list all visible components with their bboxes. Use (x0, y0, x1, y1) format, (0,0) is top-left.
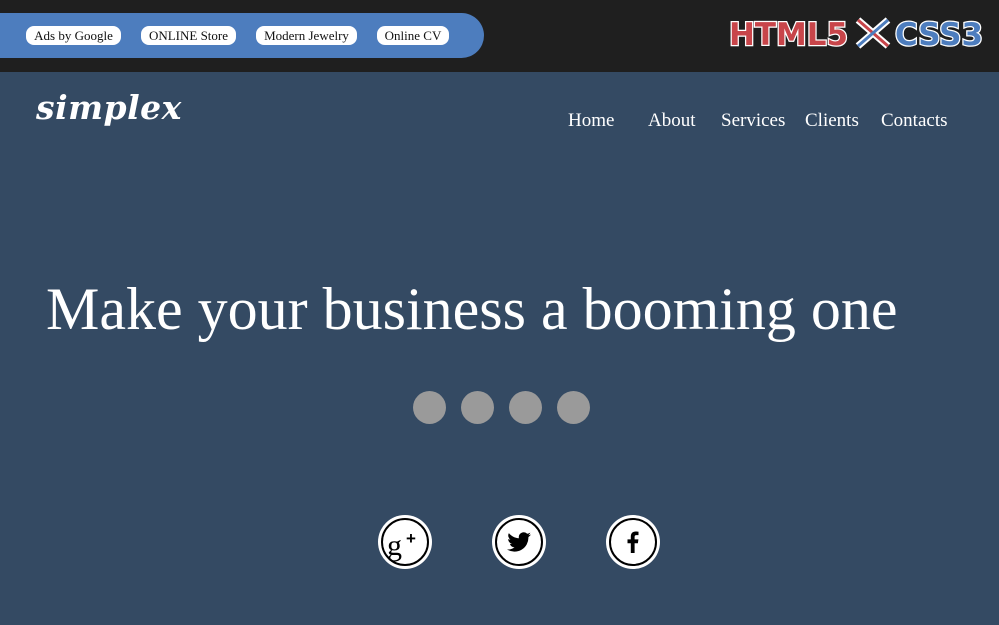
google-plus-icon: g + (387, 529, 416, 562)
ads-by-google-link[interactable]: Ads by Google (26, 26, 121, 45)
modern-jewelry-link[interactable]: Modern Jewelry (256, 26, 357, 45)
svg-text:g: g (387, 529, 402, 562)
svg-text:+: + (406, 529, 416, 548)
slider-dot[interactable] (461, 391, 494, 424)
slider-dot[interactable] (509, 391, 542, 424)
site-logo[interactable]: simplex (36, 88, 182, 127)
css3-badge-text: CSS3 (895, 17, 983, 52)
hero-headline: Make your business a booming one (46, 276, 898, 342)
html5-badge-text: HTML5 (729, 17, 848, 52)
nav-services[interactable]: Services (721, 109, 785, 132)
twitter-icon (507, 532, 531, 552)
top-ad-bar: Ads by Google ONLINE Store Modern Jewelr… (0, 0, 999, 72)
nav-clients[interactable]: Clients (805, 109, 859, 132)
slider-dot[interactable] (413, 391, 446, 424)
nav-contacts[interactable]: Contacts (881, 109, 948, 132)
online-cv-link[interactable]: Online CV (377, 26, 449, 45)
online-store-link[interactable]: ONLINE Store (141, 26, 236, 45)
facebook-button[interactable] (606, 515, 660, 569)
nav-home[interactable]: Home (568, 109, 614, 132)
google-plus-button[interactable]: g + (378, 515, 432, 569)
facebook-icon (627, 531, 639, 553)
crossed-arrows-icon (855, 17, 891, 49)
slider-dot[interactable] (557, 391, 590, 424)
twitter-button[interactable] (492, 515, 546, 569)
html5-css3-badge[interactable]: HTML5 CSS3 (727, 14, 985, 52)
nav-about[interactable]: About (648, 109, 696, 132)
